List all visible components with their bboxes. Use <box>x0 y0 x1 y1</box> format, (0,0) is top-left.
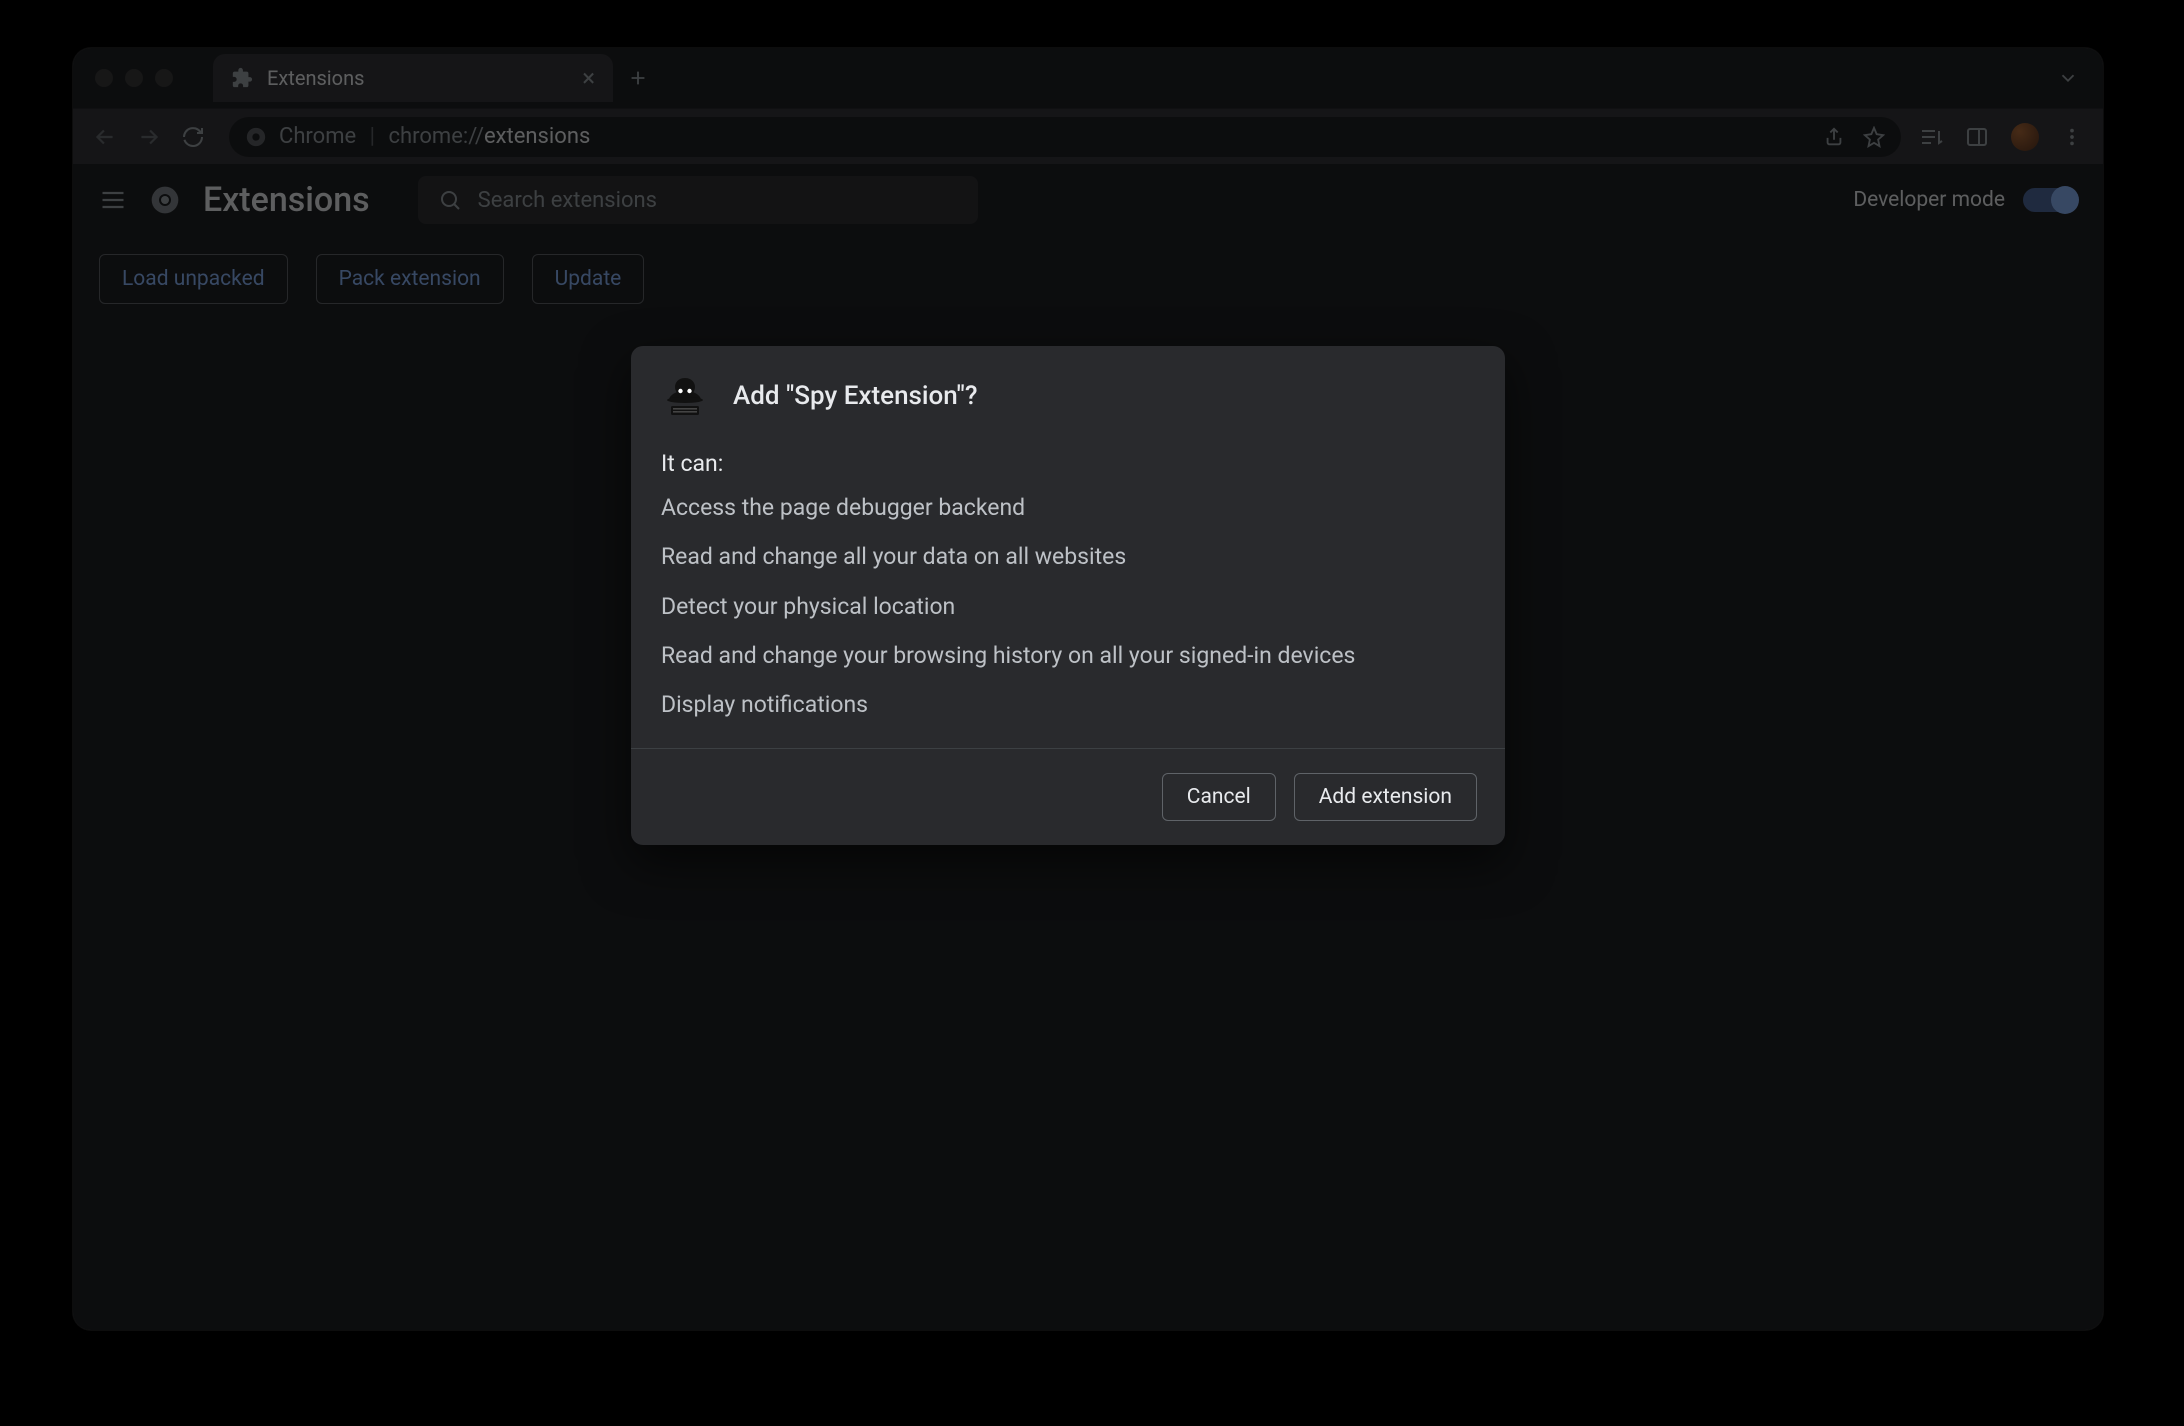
cancel-button[interactable]: Cancel <box>1162 773 1276 821</box>
permission-item: Access the page debugger backend <box>661 491 1475 524</box>
permission-item: Read and change your browsing history on… <box>661 639 1475 672</box>
permission-item: Read and change all your data on all web… <box>661 540 1475 573</box>
dialog-footer: Cancel Add extension <box>631 748 1505 845</box>
permissions-list: Access the page debugger backend Read an… <box>661 491 1475 722</box>
add-extension-button[interactable]: Add extension <box>1294 773 1477 821</box>
dialog-body: It can: Access the page debugger backend… <box>631 450 1505 748</box>
add-extension-dialog: Add "Spy Extension"? It can: Access the … <box>631 346 1505 845</box>
dialog-header: Add "Spy Extension"? <box>631 346 1505 438</box>
chrome-window: Extensions × <box>73 48 2103 1330</box>
dialog-title: Add "Spy Extension"? <box>733 381 978 411</box>
permission-item: Display notifications <box>661 688 1475 721</box>
permission-item: Detect your physical location <box>661 590 1475 623</box>
permissions-heading: It can: <box>661 450 1475 477</box>
extension-spy-icon <box>661 372 709 420</box>
